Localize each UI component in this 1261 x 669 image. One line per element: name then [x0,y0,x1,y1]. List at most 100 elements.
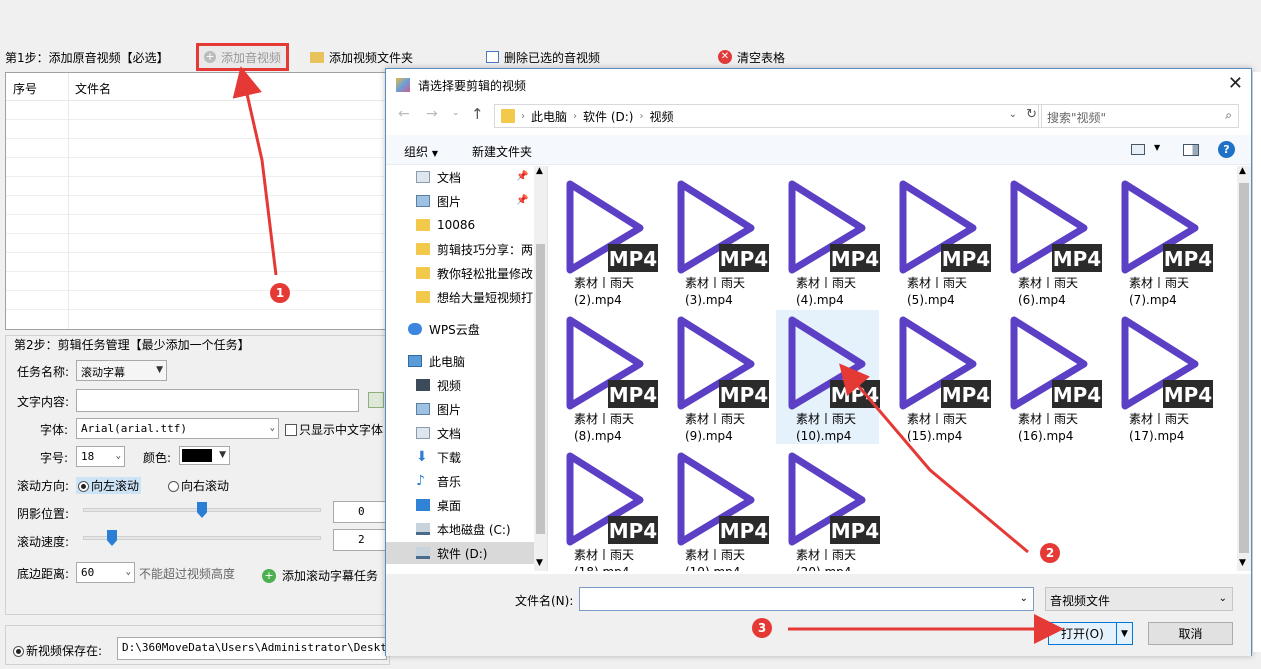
scroll-down-icon[interactable]: ▼ [1239,558,1246,568]
address-bar[interactable]: › 此电脑 › 软件 (D:) › 视频 ⌄ ↻ [494,104,1042,128]
font-select[interactable]: Arial(arial.ttf) ⌄ [76,418,279,439]
shadow-value-input[interactable]: 0 [333,501,388,523]
file-tile[interactable]: MP4 素材丨雨天 (16).mp4 [998,310,1102,444]
file-name-line2: (16).mp4 [1018,429,1074,443]
add-folder-button[interactable]: 添加视频文件夹 [310,46,413,68]
cn-only-checkbox[interactable]: 只显示中文字体 [285,421,383,438]
nav-item-folder-tips[interactable]: 剪辑技巧分享：两 [416,238,536,260]
nav-item-folder-short[interactable]: 想给大量短视频打 [416,286,536,308]
direction-label: 滚动方向: [17,479,70,493]
up-arrow-icon[interactable]: ↑ [471,105,484,123]
dialog-footer: 文件名(N): ⌄ 音视频文件 ⌄ 打开(O) ▼ 取消 [386,574,1251,656]
save-path-input[interactable]: D:\360MoveData\Users\Administrator\Deskt… [117,637,387,660]
task-name-select[interactable]: 滚动字幕 ▼ [76,360,167,381]
add-av-button[interactable]: + 添加音视频 [196,43,290,71]
speed-value-input[interactable]: 2 [333,529,388,551]
add-task-button[interactable]: + 添加滚动字幕任务 [262,567,378,584]
speed-slider[interactable] [83,536,321,540]
color-picker[interactable]: ▼ [179,446,230,465]
nav-item-documents[interactable]: 文档 [416,422,536,444]
command-bar: 组织 ▼ 新建文件夹 ▼ ? [386,135,1251,165]
col-filename-header[interactable]: 文件名 [68,73,111,100]
nav-label: WPS云盘 [429,322,480,337]
nav-item-folder-10086[interactable]: 10086 [416,214,536,236]
save-radio[interactable]: 新视频保存在: [13,642,102,659]
bottom-select[interactable]: 60 ⌄ [76,562,135,583]
text-import-icon[interactable] [368,392,384,408]
organize-button[interactable]: 组织 ▼ [404,143,438,160]
nav-item-local-c[interactable]: 本地磁盘 (C:) [416,518,536,540]
scroll-up-icon[interactable]: ▲ [1239,166,1246,176]
scroll-down-icon[interactable]: ▼ [536,558,543,568]
filetype-select[interactable]: 音视频文件 ⌄ [1045,587,1233,611]
refresh-icon[interactable]: ↻ [1026,107,1037,122]
nav-item-downloads[interactable]: ⬇ 下载 [416,446,536,468]
grid-scrollbar[interactable]: ▲ ▼ [1237,166,1251,571]
nav-item-music[interactable]: ♪ 音乐 [416,470,536,492]
address-dropdown-icon[interactable]: ⌄ [1009,109,1017,120]
file-tile[interactable]: MP4 素材丨雨天 (19).mp4 [665,446,769,571]
delete-selected-button[interactable]: 删除已选的音视频 [486,46,600,68]
nav-item-soft-d[interactable]: 软件 (D:) [416,542,536,564]
nav-scroll-thumb[interactable] [536,244,545,534]
breadcrumb-drive-d[interactable]: 软件 (D:) [583,108,633,125]
close-icon[interactable]: ✕ [1228,73,1243,94]
breadcrumb-videos[interactable]: 视频 [649,108,673,125]
mp4-file-icon: MP4 [1010,180,1102,274]
col-index-header[interactable]: 序号 [6,73,68,100]
nav-item-this-pc[interactable]: 此电脑 [408,350,528,372]
nav-item-wps[interactable]: WPS云盘 [408,318,528,340]
nav-item-videos[interactable]: 视频 [416,374,536,396]
back-arrow-icon[interactable]: ← [398,106,410,122]
task-name-value: 滚动字幕 [81,366,125,379]
forward-arrow-icon[interactable]: → [426,106,438,122]
nav-item-desktop[interactable]: 桌面 [416,494,536,516]
file-tile[interactable]: MP4 素材丨雨天 (8).mp4 [554,310,658,444]
file-tile[interactable]: MP4 素材丨雨天 (4).mp4 [776,174,880,308]
font-value: Arial(arial.ttf) [81,422,187,435]
search-input[interactable]: 搜索"视频" ⌕ [1038,104,1239,128]
file-tile[interactable]: MP4 素材丨雨天 (15).mp4 [887,310,991,444]
new-folder-button[interactable]: 新建文件夹 [472,143,532,160]
file-tile[interactable]: MP4 素材丨雨天 (9).mp4 [665,310,769,445]
annotation-badge-3: 3 [752,618,772,638]
breadcrumb-this-pc[interactable]: 此电脑 [531,108,567,125]
file-name: 素材丨雨天 (9).mp4 [665,411,768,445]
dir-left-radio[interactable]: 向左滚动 [76,477,142,494]
nav-scrollbar[interactable]: ▲ ▼ [534,166,547,571]
file-tile[interactable]: MP4 素材丨雨天 (20).mp4 [776,446,880,571]
chevron-down-icon[interactable]: ⌄ [1020,593,1028,604]
chevron-down-icon[interactable]: ⌄ [1219,593,1227,604]
file-tile[interactable]: MP4 素材丨雨天 (18).mp4 [554,446,658,571]
file-tile[interactable]: MP4 素材丨雨天 (6).mp4 [998,174,1102,308]
file-tile[interactable]: MP4 素材丨雨天 (5).mp4 [887,174,991,308]
file-table[interactable]: 序号 文件名 [5,72,390,330]
open-dropdown-icon[interactable]: ▼ [1116,623,1132,644]
file-tile[interactable]: MP4 素材丨雨天 (10).mp4 [776,310,880,444]
folder-icon [416,267,430,279]
clear-table-button[interactable]: ✕ 清空表格 [718,46,785,68]
dir-right-radio[interactable]: 向右滚动 [168,477,229,494]
help-icon[interactable]: ? [1218,141,1235,158]
pin-icon[interactable]: 📌 [516,171,528,182]
size-select[interactable]: 18 ⌄ [76,446,125,467]
file-name-line1: 素材丨雨天 [907,276,968,290]
text-content-input[interactable] [76,389,359,412]
view-caret-icon[interactable]: ▼ [1154,143,1160,152]
scroll-up-icon[interactable]: ▲ [536,166,543,176]
preview-pane-icon[interactable] [1183,144,1199,156]
nav-item-folder-batch[interactable]: 教你轻松批量修改 [416,262,536,284]
file-tile[interactable]: MP4 素材丨雨天 (7).mp4 [1109,174,1213,308]
grid-scroll-thumb[interactable] [1239,183,1249,553]
filename-input[interactable]: ⌄ [579,587,1034,611]
open-button[interactable]: 打开(O) ▼ [1048,622,1133,645]
checkbox-box [285,424,297,436]
cancel-button[interactable]: 取消 [1148,622,1233,645]
view-options-icon[interactable] [1131,144,1145,155]
nav-item-pictures[interactable]: 图片 [416,398,536,420]
recent-chevron-icon[interactable]: ⌄ [452,108,460,118]
file-tile[interactable]: MP4 素材丨雨天 (3).mp4 [665,174,769,308]
pin-icon[interactable]: 📌 [516,195,528,206]
file-tile[interactable]: MP4 素材丨雨天 (17).mp4 [1109,310,1213,444]
file-tile[interactable]: MP4 素材丨雨天 (2).mp4 [554,174,658,308]
